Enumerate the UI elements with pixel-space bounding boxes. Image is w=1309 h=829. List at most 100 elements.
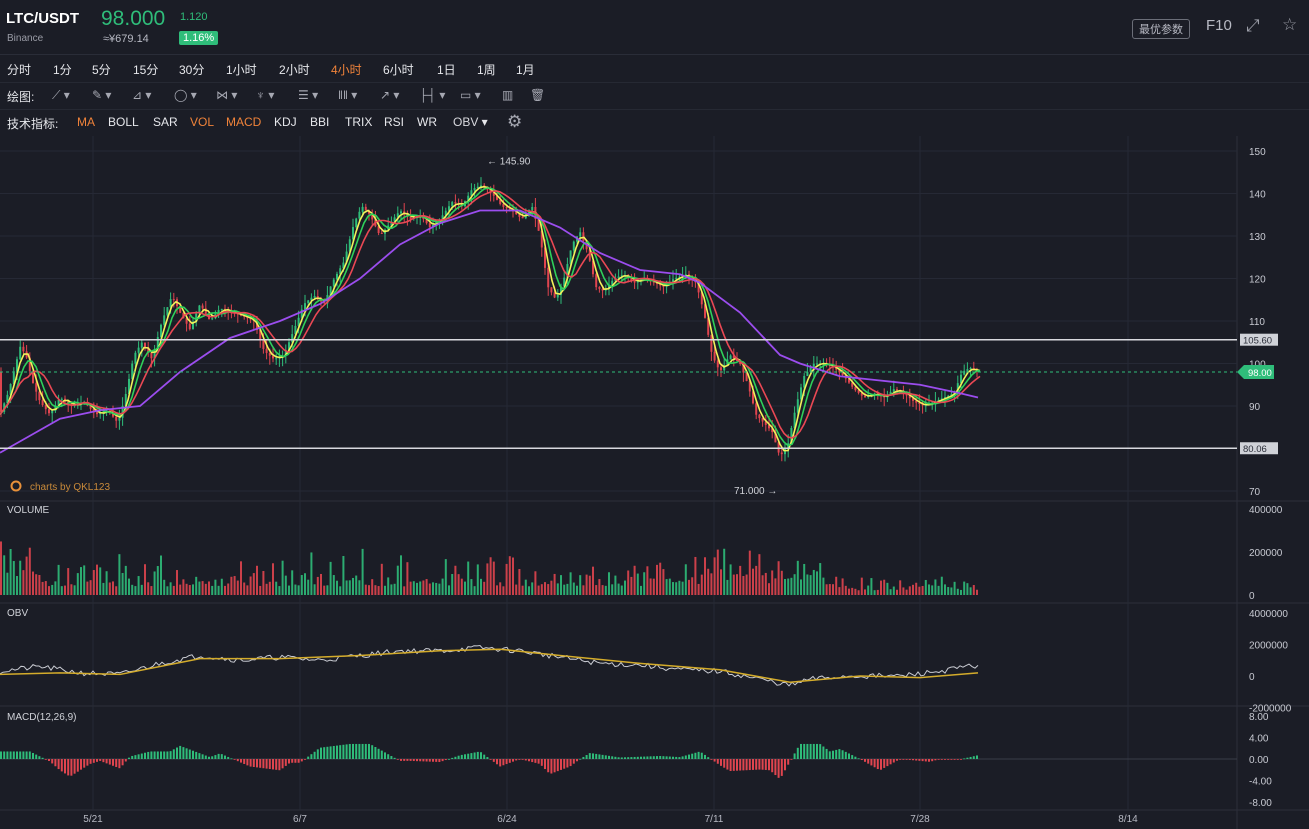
volume-bar: [697, 583, 700, 595]
note-tool-icon[interactable]: ▭ ▾: [460, 88, 481, 102]
volume-bar: [841, 578, 844, 595]
indicator-wr[interactable]: WR: [417, 115, 437, 129]
line-tool-icon[interactable]: ⟋ ▾: [52, 88, 70, 103]
indicator-bbi[interactable]: BBI: [310, 115, 329, 129]
channel-tool-icon[interactable]: ⊿ ▾: [132, 88, 151, 102]
volume-bar: [508, 556, 511, 595]
tf-7[interactable]: 4小时: [331, 61, 362, 78]
macd-hist-bar: [64, 759, 66, 774]
macd-hist-bar: [332, 745, 335, 759]
volume-bar: [928, 584, 930, 595]
macd-hist-bar: [179, 745, 182, 759]
macd-hist-bar: [857, 758, 860, 760]
candle: [380, 233, 383, 235]
volume-bar: [3, 555, 6, 595]
candle: [172, 299, 175, 301]
tf-9[interactable]: 1日: [437, 61, 456, 78]
macd-hist-bar: [326, 746, 329, 759]
macd-hist-bar: [419, 759, 422, 762]
f10-button[interactable]: F10: [1206, 17, 1232, 34]
volume-bar: [611, 584, 614, 595]
macd-hist-bar: [745, 759, 748, 771]
volume-bar: [716, 549, 719, 595]
tf-4[interactable]: 30分: [179, 61, 204, 78]
volume-bar: [144, 564, 146, 595]
tf-11[interactable]: 1月: [516, 61, 535, 78]
macd-hist-bar: [723, 759, 726, 768]
macd-hist-bar: [435, 759, 438, 762]
candle: [304, 303, 306, 310]
volume-bar: [902, 587, 905, 595]
pen-tool-icon[interactable]: ✎ ▾: [92, 88, 111, 102]
volume-bar: [953, 581, 956, 595]
candle: [572, 241, 575, 251]
exchange-label: Binance: [7, 33, 44, 44]
tf-10[interactable]: 1周: [477, 61, 496, 78]
candle: [729, 355, 732, 360]
trash-icon[interactable]: 🗑: [530, 88, 545, 102]
indicator-trix[interactable]: TRIX: [345, 115, 372, 129]
fullscreen-icon[interactable]: ⤢: [1246, 16, 1260, 36]
macd-hist-bar: [572, 759, 575, 764]
volume-bar: [857, 590, 860, 595]
macd-hist-bar: [307, 756, 310, 759]
indicator-boll[interactable]: BOLL: [108, 115, 139, 129]
gear-icon[interactable]: ⚙: [507, 112, 522, 132]
macd-hist-bar: [793, 753, 796, 759]
candle: [364, 206, 367, 211]
fork-tool-icon[interactable]: ⋈ ▾: [216, 88, 237, 102]
pattern-tool-icon[interactable]: ♆ ▾: [256, 88, 274, 102]
fib-tool-icon[interactable]: ☰ ▾: [298, 88, 318, 102]
tf-6[interactable]: 2小时: [279, 61, 310, 78]
volume-bar: [121, 572, 124, 595]
indicator-sar[interactable]: SAR: [153, 115, 178, 129]
volume-bar: [230, 576, 233, 595]
macd-hist-bar: [217, 753, 220, 759]
macd-hist-bar: [99, 759, 102, 761]
macd-hist-bar: [22, 751, 25, 759]
volume-bar: [419, 581, 422, 595]
indicator-kdj[interactable]: KDJ: [274, 115, 297, 129]
volume-bar: [41, 581, 44, 595]
indicator-obv[interactable]: OBV ▾: [453, 115, 488, 129]
grid-tool-icon[interactable]: ‖‖ ▾: [338, 88, 357, 102]
macd-hist-bar: [124, 759, 127, 762]
macd-title: MACD(12,26,9): [7, 712, 76, 723]
volume-bar: [19, 560, 22, 595]
tf-8[interactable]: 6小时: [383, 61, 414, 78]
chart-area[interactable]: 5/21 6/7 6/24 7/11 7/28 8/14 150 140 130 120 110 10…: [0, 136, 1309, 829]
volume-bar: [12, 561, 15, 595]
indicator-ma[interactable]: MA: [77, 115, 95, 129]
macd-y-tick: -8.00: [1249, 798, 1272, 809]
obv-y-tick: 2000000: [1249, 641, 1288, 652]
bars-tool-icon[interactable]: ▥: [502, 88, 513, 102]
macd-hist-bar: [294, 759, 297, 763]
arrow-tool-icon[interactable]: ↗ ▾: [380, 88, 399, 102]
star-icon[interactable]: ☆: [1282, 15, 1297, 35]
tf-3[interactable]: 15分: [133, 61, 158, 78]
tf-1[interactable]: 1分: [53, 61, 72, 78]
macd-hist-bar: [819, 744, 822, 759]
macd-hist-bar: [48, 759, 50, 762]
optimize-params-button[interactable]: 最优参数: [1132, 19, 1190, 39]
volume-bar: [460, 578, 463, 595]
macd-hist-bar: [547, 759, 550, 773]
candle: [502, 203, 505, 207]
tf-5[interactable]: 1小时: [226, 61, 257, 78]
macd-hist-bar: [758, 759, 761, 770]
volume-bar: [905, 589, 908, 595]
volume-bar: [28, 547, 31, 595]
tf-2[interactable]: 5分: [92, 61, 111, 78]
indicator-vol[interactable]: VOL: [190, 115, 214, 129]
circle-tool-icon[interactable]: ◯ ▾: [174, 88, 197, 102]
watermark: charts by QKL123: [30, 482, 110, 493]
macd-hist-bar: [32, 752, 34, 759]
macd-hist-bar: [12, 751, 15, 759]
volume-bar: [972, 585, 975, 595]
tf-0[interactable]: 分时: [7, 61, 31, 78]
volume-bar: [588, 575, 591, 595]
measure-tool-icon[interactable]: ├┤ ▾: [419, 88, 445, 102]
macd-hist-bar: [460, 754, 463, 759]
indicator-macd[interactable]: MACD: [226, 115, 261, 129]
indicator-rsi[interactable]: RSI: [384, 115, 404, 129]
